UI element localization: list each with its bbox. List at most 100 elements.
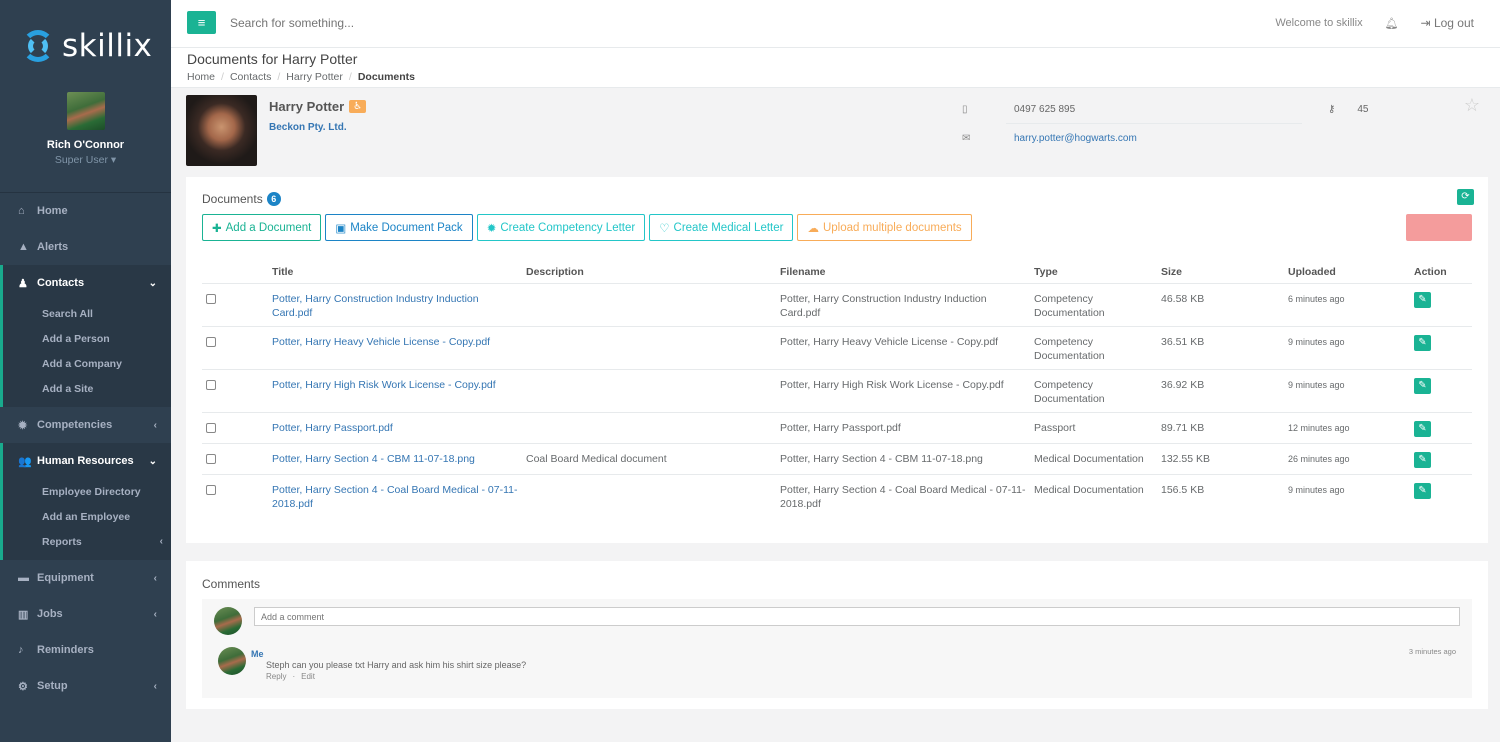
brand-logo[interactable]: skillix (0, 0, 171, 92)
edit-button[interactable]: ✎ (1414, 334, 1431, 351)
document-description (522, 474, 776, 517)
chevron-down-icon: ⌄ (148, 277, 157, 289)
document-title-link[interactable]: Potter, Harry Construction Industry Indu… (268, 283, 522, 327)
column-header-title[interactable]: Title (268, 261, 522, 284)
page-heading: Documents for Harry Potter Home / Contac… (171, 48, 1500, 88)
document-title-link[interactable]: Potter, Harry Section 4 - CBM 11-07-18.p… (268, 443, 522, 475)
sidebar-item-competencies[interactable]: ✹ Competencies ‹ (0, 407, 171, 443)
button-label: Add a Document (225, 221, 312, 234)
contact-email-link[interactable]: harry.potter@hogwarts.com (1014, 133, 1137, 144)
avatar (214, 607, 242, 635)
column-header-type[interactable]: Type (1030, 261, 1157, 284)
truck-icon: ▬ (18, 572, 29, 584)
create-medical-letter-button[interactable]: ♡ Create Medical Letter (649, 214, 794, 241)
row-checkbox[interactable] (206, 484, 216, 495)
logout-link[interactable]: ⇥ Log out (1421, 16, 1474, 30)
button-label: Upload multiple documents (822, 221, 962, 234)
reply-link[interactable]: Reply (266, 672, 286, 681)
contact-company-link[interactable]: Beckon Pty. Ltd. (269, 122, 347, 133)
column-header-action: Action (1410, 261, 1472, 284)
row-checkbox[interactable] (206, 293, 216, 304)
create-competency-letter-button[interactable]: ✹ Create Competency Letter (476, 214, 646, 241)
bell-icon[interactable]: 🔔︎ (1385, 17, 1399, 30)
sidebar-item-label: Reminders (37, 644, 94, 656)
refresh-button[interactable]: ⟳ (1457, 189, 1474, 205)
user-role-dropdown[interactable]: Super User ▾ (0, 154, 171, 166)
sidebar-subitem-add-company[interactable]: Add a Company (3, 351, 171, 376)
breadcrumb-contacts[interactable]: Contacts (230, 71, 271, 83)
table-row: Potter, Harry Section 4 - Coal Board Med… (202, 474, 1472, 517)
edit-button[interactable]: ✎ (1414, 420, 1431, 437)
row-checkbox[interactable] (206, 336, 216, 347)
sidebar-item-jobs[interactable]: ▥ Jobs ‹ (0, 596, 171, 632)
sidebar-subitem-employee-directory[interactable]: Employee Directory (3, 479, 171, 504)
column-header-filename[interactable]: Filename (776, 261, 1030, 284)
sidebar-item-alerts[interactable]: ▲ Alerts (0, 229, 171, 265)
pencil-icon: ✎ (1418, 453, 1427, 465)
comment-timestamp: 3 minutes ago (1408, 647, 1456, 656)
sidebar-subitem-reports[interactable]: Reports ‹ (3, 529, 171, 554)
sidebar-item-label: Setup (37, 680, 68, 692)
breadcrumb-home[interactable]: Home (187, 71, 215, 83)
document-title-link[interactable]: Potter, Harry Passport.pdf (268, 412, 522, 444)
sidebar-item-human-resources[interactable]: 👥 Human Resources ⌄ (3, 443, 171, 479)
document-size: 36.51 KB (1157, 326, 1284, 370)
avatar[interactable] (66, 92, 105, 130)
sidebar-subitem-add-site[interactable]: Add a Site (3, 376, 171, 401)
row-checkbox[interactable] (206, 379, 216, 390)
map-icon: ▥ (18, 608, 29, 621)
document-title-link[interactable]: Potter, Harry Section 4 - Coal Board Med… (268, 474, 522, 517)
sidebar-item-setup[interactable]: ⚙ Setup ‹ (0, 668, 171, 704)
search-input[interactable] (230, 16, 630, 30)
document-title-link[interactable]: Potter, Harry High Risk Work License - C… (268, 369, 522, 413)
gear-icon: ⚙ (18, 680, 28, 693)
welcome-message: Welcome to skillix (1275, 17, 1363, 29)
home-icon: ⌂ (18, 205, 25, 217)
sidebar-subitem-search-all[interactable]: Search All (3, 301, 171, 326)
document-filename: Potter, Harry Section 4 - Coal Board Med… (780, 483, 1026, 510)
sidebar-subitem-add-employee[interactable]: Add an Employee (3, 504, 171, 529)
delete-selected-button[interactable] (1406, 214, 1472, 241)
comment-author[interactable]: Me (251, 649, 264, 659)
row-checkbox[interactable] (206, 453, 216, 464)
make-document-pack-button[interactable]: ▣ Make Document Pack (325, 214, 473, 241)
document-filename: Potter, Harry High Risk Work License - C… (776, 369, 1030, 413)
row-checkbox[interactable] (206, 422, 216, 433)
sidebar-item-home[interactable]: ⌂ Home (0, 193, 171, 229)
document-size: 89.71 KB (1157, 412, 1284, 444)
column-header-uploaded[interactable]: Uploaded (1284, 261, 1410, 284)
documents-count-badge: 6 (266, 192, 281, 206)
comment-input[interactable] (254, 607, 1460, 626)
menu-toggle-button[interactable]: ≡ (187, 11, 216, 34)
breadcrumb-contact[interactable]: Harry Potter (286, 71, 343, 83)
document-size: 36.92 KB (1157, 369, 1284, 413)
sidebar-item-reminders[interactable]: ♪ Reminders (0, 632, 171, 668)
column-header-description[interactable]: Description (522, 261, 776, 284)
edit-button[interactable]: ✎ (1414, 291, 1431, 308)
button-label: Make Document Pack (350, 221, 463, 234)
table-row: Potter, Harry Passport.pdf Potter, Harry… (202, 412, 1472, 444)
table-row: Potter, Harry High Risk Work License - C… (202, 369, 1472, 413)
logout-label: Log out (1433, 16, 1474, 30)
edit-button[interactable]: ✎ (1414, 377, 1431, 394)
edit-link[interactable]: Edit (301, 672, 315, 681)
sidebar-subitem-add-person[interactable]: Add a Person (3, 326, 171, 351)
edit-button[interactable]: ✎ (1414, 451, 1431, 468)
sidebar-item-label: Jobs (37, 608, 63, 620)
document-title-link[interactable]: Potter, Harry Heavy Vehicle License - Co… (268, 326, 522, 370)
comments-panel: Comments Me Steph can you please txt Har… (186, 561, 1488, 709)
upload-multiple-documents-button[interactable]: ☁ Upload multiple documents (797, 214, 972, 241)
button-label: Create Competency Letter (500, 221, 636, 234)
contact-key-info: ⚷ 45 (1328, 104, 1368, 115)
sidebar-item-contacts[interactable]: ♟ Contacts ⌄ (3, 265, 171, 301)
document-filename: Potter, Harry Section 4 - CBM 11-07-18.p… (776, 443, 1030, 475)
star-icon[interactable]: ☆ (1464, 95, 1480, 116)
column-header-size[interactable]: Size (1157, 261, 1284, 284)
edit-button[interactable]: ✎ (1414, 482, 1431, 499)
document-uploaded: 9 minutes ago (1288, 484, 1345, 495)
bell-icon: ♪ (18, 644, 24, 656)
document-type: Competency Documentation (1030, 369, 1157, 413)
certificate-icon: ✹ (486, 222, 497, 235)
add-document-button[interactable]: ✚ Add a Document (202, 214, 322, 241)
sidebar-item-equipment[interactable]: ▬ Equipment ‹ (0, 560, 171, 596)
